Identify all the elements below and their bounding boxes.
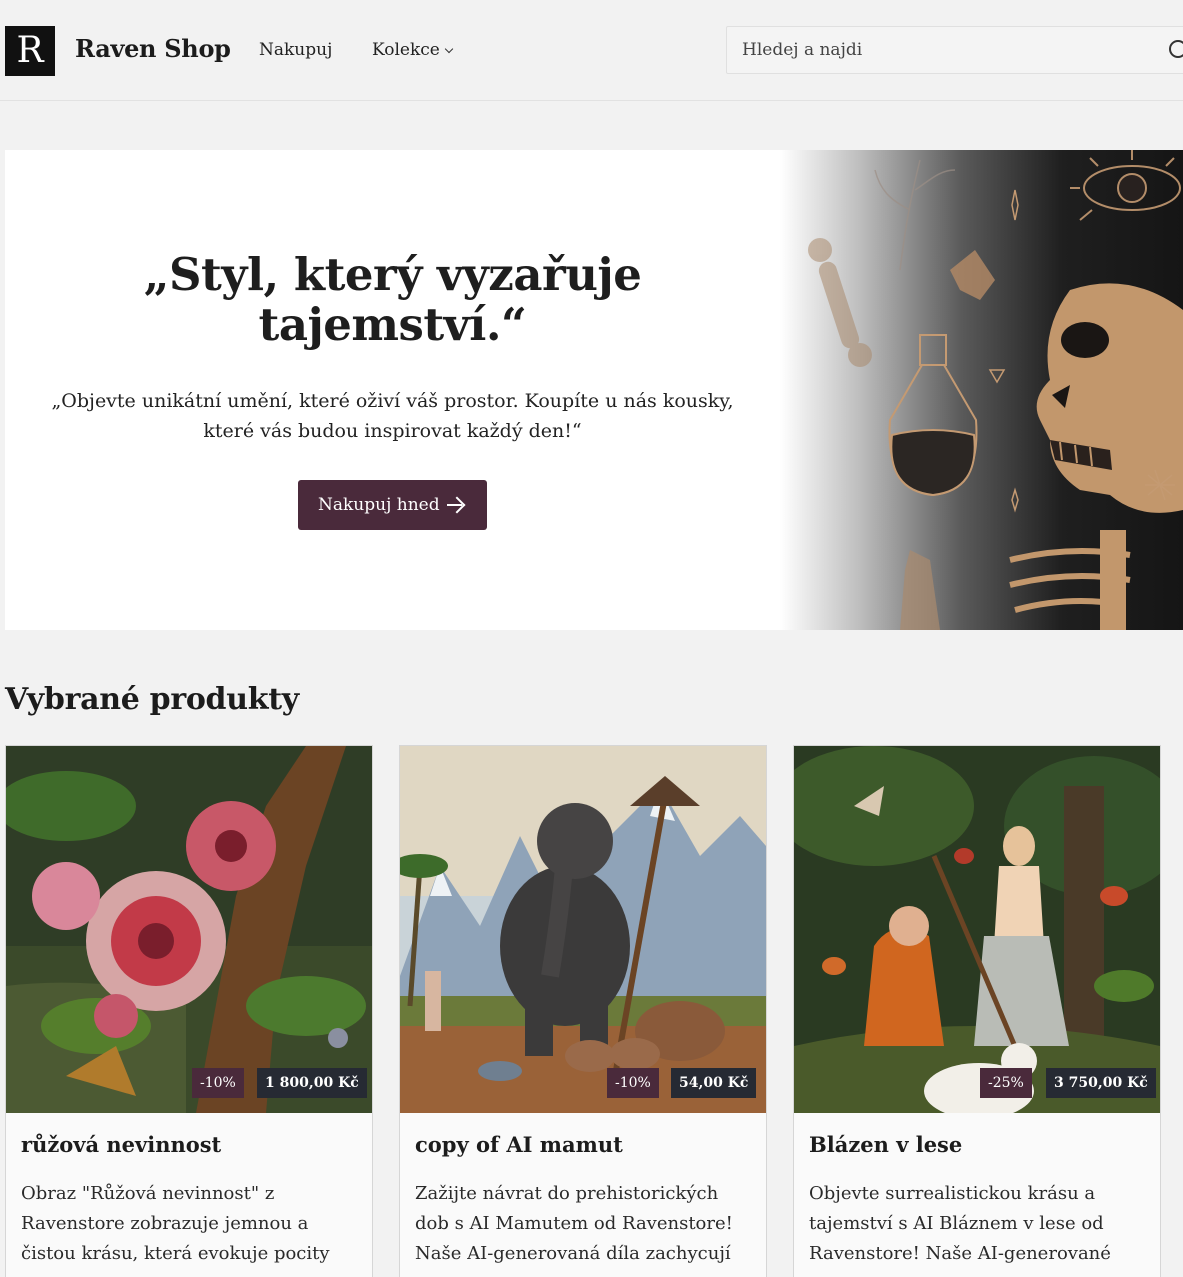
price-badge: 54,00 Kč xyxy=(671,1068,757,1098)
product-title[interactable]: Blázen v lese xyxy=(809,1132,962,1157)
featured-title: Vybrané produkty xyxy=(5,682,299,717)
product-card[interactable]: -25% 3 750,00 Kč Blázen v lese Objevte s… xyxy=(793,745,1161,1277)
product-image[interactable]: -25% 3 750,00 Kč xyxy=(794,746,1160,1113)
price-badge: 3 750,00 Kč xyxy=(1046,1068,1156,1098)
shop-now-button[interactable]: Nakupuj hned xyxy=(298,480,487,530)
product-title[interactable]: copy of AI mamut xyxy=(415,1132,623,1157)
product-image[interactable]: -10% 1 800,00 Kč xyxy=(6,746,372,1113)
hero-title: „Styl, který vyzařuje tajemství.“ xyxy=(143,248,642,351)
search-icon[interactable] xyxy=(1169,40,1183,58)
hero-artwork xyxy=(780,150,1183,630)
product-description: Zažijte návrat do prehistorických dob s … xyxy=(415,1183,733,1264)
product-title[interactable]: růžová nevinnost xyxy=(21,1132,221,1157)
arrow-right-icon xyxy=(447,504,462,506)
nav-collections-label: Kolekce xyxy=(372,40,440,60)
search-box xyxy=(726,26,1183,74)
product-card[interactable]: -10% 1 800,00 Kč růžová nevinnost Obraz … xyxy=(5,745,373,1277)
nav-collections[interactable]: Kolekce xyxy=(372,40,454,60)
search-input[interactable] xyxy=(727,27,1157,73)
hero-subtitle: „Objevte unikátní umění, které oživí váš… xyxy=(51,390,734,442)
eye-icon xyxy=(1070,150,1181,221)
shop-now-label: Nakupuj hned xyxy=(318,495,440,515)
product-description: Objevte surrealistickou krásu a tajemstv… xyxy=(809,1183,1111,1264)
product-card[interactable]: -10% 54,00 Kč copy of AI mamut Zažijte n… xyxy=(399,745,767,1277)
price-badge: 1 800,00 Kč xyxy=(257,1068,367,1098)
product-description: Obraz "Růžová nevinnost" z Ravenstore zo… xyxy=(21,1183,330,1264)
brand-name[interactable]: Raven Shop xyxy=(75,34,231,63)
skull-icon xyxy=(1036,283,1183,513)
chevron-down-icon xyxy=(444,44,454,54)
discount-badge: -25% xyxy=(980,1068,1032,1098)
nav-shop-label: Nakupuj xyxy=(259,40,333,60)
discount-badge: -10% xyxy=(607,1068,659,1098)
product-image[interactable]: -10% 54,00 Kč xyxy=(400,746,766,1113)
discount-badge: -10% xyxy=(192,1068,244,1098)
logo[interactable]: R xyxy=(5,26,55,76)
hero-banner: „Styl, který vyzařuje tajemství.“ „Objev… xyxy=(5,150,1183,630)
site-header: R Raven Shop Nakupuj Kolekce xyxy=(0,0,1183,101)
nav-shop[interactable]: Nakupuj xyxy=(259,40,332,60)
